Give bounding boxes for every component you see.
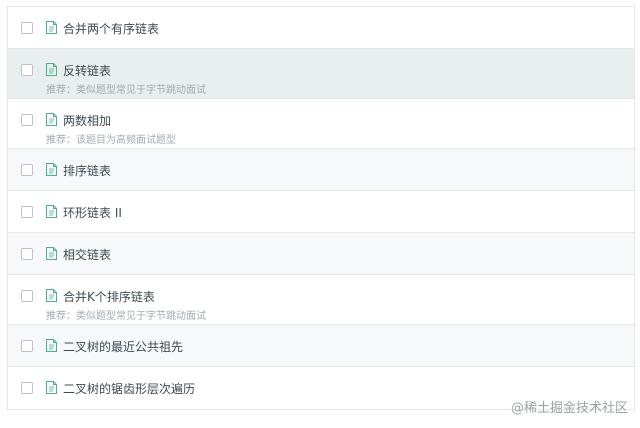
- item-title[interactable]: 合并两个有序链表: [63, 20, 159, 37]
- checkbox-icon[interactable]: [21, 206, 33, 218]
- list-item[interactable]: 合并K个排序链表 推荐：类似题型常见于字节跳动面试: [8, 275, 634, 325]
- checkbox-icon[interactable]: [21, 64, 33, 76]
- item-title[interactable]: 二叉树的锯齿形层次遍历: [63, 380, 195, 397]
- checkbox-icon[interactable]: [21, 164, 33, 176]
- item-title[interactable]: 两数相加: [63, 112, 111, 129]
- list-item[interactable]: 排序链表: [8, 149, 634, 191]
- checkbox-icon[interactable]: [21, 290, 33, 302]
- item-subtitle: 推荐：类似题型常见于字节跳动面试: [46, 85, 206, 96]
- document-icon: [46, 21, 57, 34]
- document-icon: [46, 63, 57, 76]
- list-item[interactable]: 相交链表: [8, 233, 634, 275]
- list-item[interactable]: 两数相加 推荐：该题目为高频面试题型: [8, 99, 634, 149]
- item-title[interactable]: 合并K个排序链表: [63, 288, 155, 305]
- item-title[interactable]: 环形链表 II: [63, 204, 122, 221]
- checkbox-icon[interactable]: [21, 382, 33, 394]
- item-subtitle: 推荐：该题目为高频面试题型: [46, 135, 176, 146]
- document-icon: [46, 205, 57, 218]
- document-icon: [46, 113, 57, 126]
- item-title[interactable]: 相交链表: [63, 246, 111, 263]
- watermark: @稀土掘金技术社区: [510, 401, 628, 416]
- document-icon: [46, 163, 57, 176]
- list-item[interactable]: 环形链表 II: [8, 191, 634, 233]
- checkbox-icon[interactable]: [21, 22, 33, 34]
- list-item[interactable]: 二叉树的最近公共祖先: [8, 325, 634, 367]
- item-title[interactable]: 排序链表: [63, 162, 111, 179]
- document-icon: [46, 339, 57, 352]
- checkbox-icon[interactable]: [21, 340, 33, 352]
- item-title[interactable]: 二叉树的最近公共祖先: [63, 338, 183, 355]
- problem-list: 合并两个有序链表 反转链表 推荐：类似题型常见于字节跳动面试 两数相加 推荐：该…: [7, 6, 635, 410]
- checkbox-icon[interactable]: [21, 114, 33, 126]
- document-icon: [46, 247, 57, 260]
- list-item[interactable]: 反转链表 推荐：类似题型常见于字节跳动面试: [8, 49, 634, 99]
- document-icon: [46, 289, 57, 302]
- document-icon: [46, 381, 57, 394]
- checkbox-icon[interactable]: [21, 248, 33, 260]
- item-subtitle: 推荐：类似题型常见于字节跳动面试: [46, 311, 206, 322]
- list-item[interactable]: 合并两个有序链表: [8, 7, 634, 49]
- item-title[interactable]: 反转链表: [63, 62, 111, 79]
